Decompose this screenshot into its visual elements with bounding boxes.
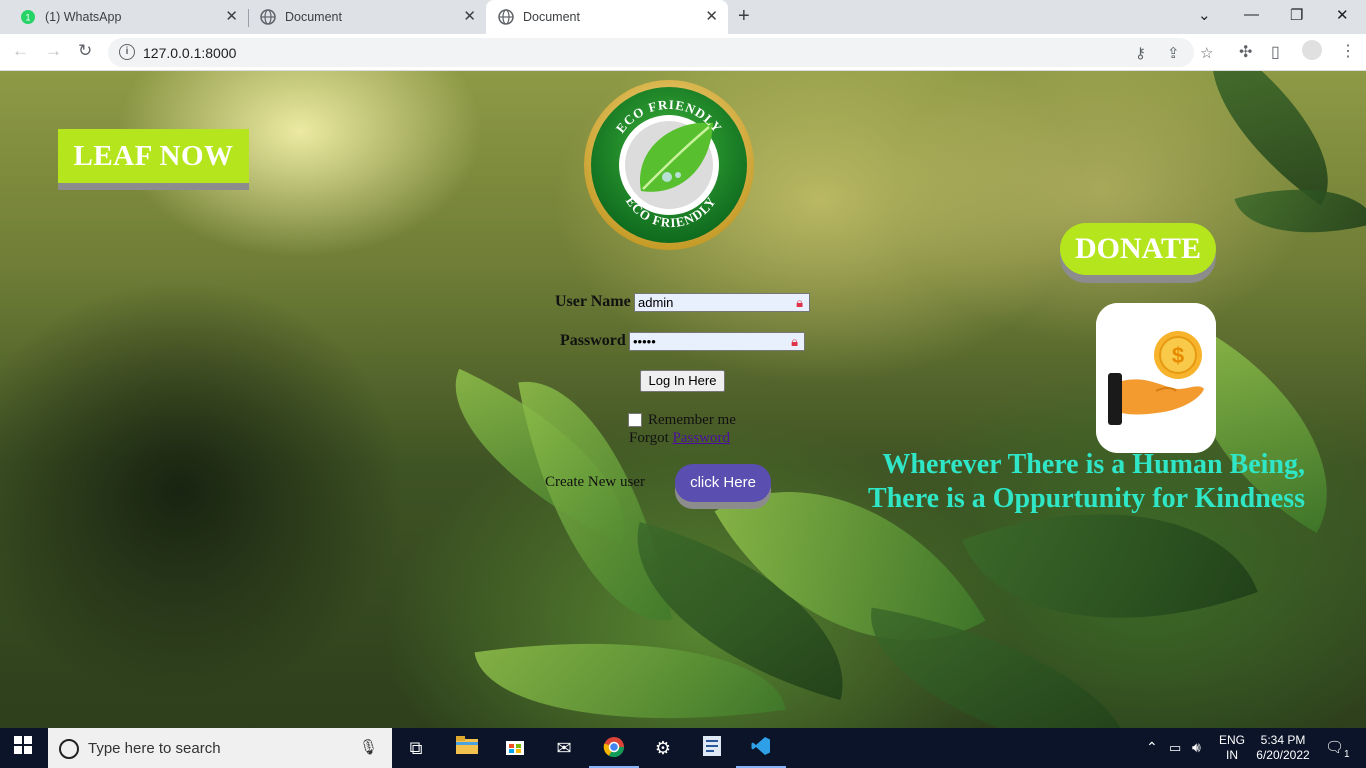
- close-tab-icon[interactable]: ✕: [463, 9, 476, 25]
- file-explorer-icon[interactable]: [454, 736, 480, 760]
- site-info-icon[interactable]: i: [119, 44, 135, 60]
- globe-icon: [260, 9, 276, 25]
- quote-line-2: There is a Oppurtunity for Kindness: [868, 483, 1305, 514]
- create-new-user-label: Create New user: [545, 474, 645, 490]
- remember-me-checkbox[interactable]: [628, 413, 642, 427]
- donate-button[interactable]: DONATE: [1060, 223, 1216, 275]
- username-value: admin: [638, 295, 674, 310]
- quote-line-1: Wherever There is a Human Being,: [882, 449, 1305, 480]
- notification-center-icon[interactable]: 🗨︎1: [1325, 738, 1350, 760]
- tab-whatsapp[interactable]: 1 (1) WhatsApp ✕: [8, 0, 248, 34]
- forgot-password-link[interactable]: Password: [672, 430, 730, 446]
- profile-avatar[interactable]: [1302, 40, 1322, 60]
- clock-date: 6/20/2022: [1256, 748, 1310, 762]
- notification-count: 1: [1344, 749, 1350, 760]
- create-user-button[interactable]: click Here: [675, 464, 771, 502]
- tab-title: (1) WhatsApp: [45, 10, 122, 24]
- eco-friendly-logo: ECO FRIENDLY ECO FRIENDLY: [584, 80, 754, 250]
- forward-icon[interactable]: →: [45, 42, 62, 60]
- show-hidden-icons-chevron[interactable]: ⌃: [1146, 739, 1158, 756]
- address-toolbar: ← → ↻ i 127.0.0.1:8000 ⚷ ⇪ ☆ ✣ ▯ ⋮: [0, 34, 1366, 71]
- windows-start-icon[interactable]: [10, 736, 36, 760]
- donate-hand-coin-icon[interactable]: $: [1096, 303, 1216, 453]
- document-app-icon[interactable]: [699, 736, 725, 760]
- username-input[interactable]: admin 🔒︎: [634, 293, 810, 312]
- task-view-icon[interactable]: ⧉: [403, 736, 429, 760]
- svg-text:$: $: [1172, 343, 1184, 368]
- close-window-icon[interactable]: ✕: [1336, 6, 1349, 24]
- reload-icon[interactable]: ↻: [78, 42, 92, 60]
- password-manager-lock-icon[interactable]: 🔒︎: [791, 333, 798, 350]
- password-label: Password: [560, 332, 626, 349]
- microsoft-store-icon[interactable]: [502, 736, 528, 760]
- login-button[interactable]: Log In Here: [640, 370, 725, 392]
- region-code: IN: [1226, 748, 1238, 762]
- foliage-decoration: [852, 607, 1148, 728]
- search-placeholder: Type here to search: [88, 740, 221, 757]
- restore-icon[interactable]: ❐: [1290, 6, 1303, 24]
- remember-me-label: Remember me: [648, 412, 736, 428]
- url-text[interactable]: 127.0.0.1:8000: [143, 45, 236, 61]
- clock[interactable]: 5:34 PM 6/20/2022: [1252, 733, 1314, 763]
- settings-gear-icon[interactable]: ⚙: [650, 736, 676, 760]
- mail-icon[interactable]: ✉: [551, 736, 577, 760]
- forgot-text: Forgot Password: [629, 430, 730, 447]
- password-value: •••••: [633, 334, 656, 349]
- close-tab-icon[interactable]: ✕: [225, 9, 238, 25]
- whatsapp-icon: 1: [20, 9, 36, 25]
- kindness-quote: Wherever There is a Human Being, There i…: [785, 448, 1305, 516]
- volume-icon[interactable]: 🔊︎: [1192, 739, 1201, 756]
- password-input[interactable]: ••••• 🔒︎: [629, 332, 805, 351]
- menu-kebab-icon[interactable]: ⋮: [1340, 41, 1356, 61]
- chrome-taskbar-icon[interactable]: [589, 736, 639, 768]
- back-icon[interactable]: ←: [12, 42, 29, 60]
- bookmark-star-icon[interactable]: ☆: [1200, 44, 1213, 62]
- svg-text:1: 1: [25, 13, 30, 23]
- battery-icon[interactable]: ▭: [1169, 740, 1181, 756]
- tab-document-active[interactable]: Document ✕: [486, 0, 728, 34]
- cortana-icon: [59, 739, 79, 759]
- side-panel-icon[interactable]: ▯: [1271, 42, 1280, 62]
- brand-logo-leaf-now[interactable]: LEAF NOW: [58, 129, 249, 183]
- taskbar-search-box[interactable]: Type here to search 🎙︎: [48, 728, 392, 768]
- extensions-icon[interactable]: ✣: [1239, 42, 1252, 62]
- minimize-icon[interactable]: —: [1244, 6, 1259, 23]
- address-bar[interactable]: i 127.0.0.1:8000 ⚷ ⇪ ☆: [108, 38, 1213, 67]
- forgot-prefix: Forgot: [629, 430, 669, 446]
- close-tab-icon[interactable]: ✕: [705, 9, 718, 25]
- foliage-decoration: [1173, 71, 1366, 206]
- tab-document[interactable]: Document ✕: [248, 0, 486, 34]
- new-tab-icon[interactable]: +: [738, 6, 750, 26]
- username-label: User Name: [555, 293, 631, 310]
- windows-taskbar: Type here to search 🎙︎ ⧉ ✉ ⚙ ⌃ ▭ 🔊︎ ENG …: [0, 728, 1366, 768]
- key-icon[interactable]: ⚷: [1135, 44, 1146, 62]
- browser-tab-strip: 1 (1) WhatsApp ✕ Document ✕ Document ✕ +…: [0, 0, 1366, 34]
- password-manager-lock-icon[interactable]: 🔒︎: [796, 294, 803, 311]
- language-code: ENG: [1219, 733, 1246, 747]
- share-icon[interactable]: ⇪: [1167, 44, 1180, 62]
- tab-title: Document: [285, 10, 342, 24]
- microphone-icon[interactable]: 🎙︎: [359, 738, 378, 756]
- globe-icon: [498, 9, 514, 25]
- foliage-decoration: [518, 363, 672, 639]
- clock-time: 5:34 PM: [1260, 733, 1306, 747]
- page-content: LEAF NOW ECO FRIENDLY ECO FRIENDLY User …: [0, 71, 1366, 728]
- tab-search-chevron-icon[interactable]: ⌄: [1198, 6, 1211, 24]
- vscode-icon[interactable]: [736, 736, 786, 768]
- tab-title: Document: [523, 10, 580, 24]
- language-indicator[interactable]: ENG IN: [1219, 733, 1245, 763]
